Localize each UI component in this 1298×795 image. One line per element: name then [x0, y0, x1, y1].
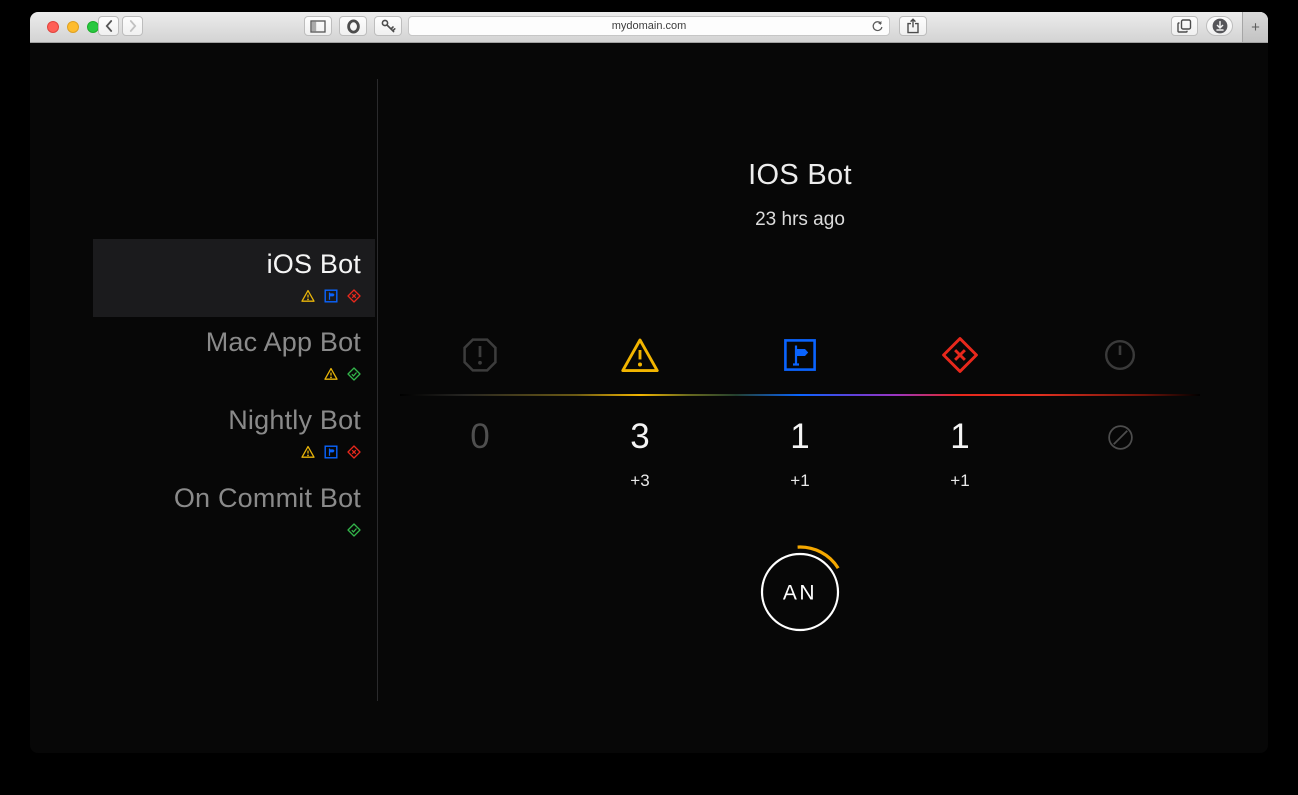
close-window-button[interactable] — [47, 21, 59, 33]
stats-icon-row — [400, 336, 1200, 374]
address-bar[interactable]: mydomain.com — [408, 16, 890, 36]
share-icon — [906, 18, 920, 34]
analysis-flag-icon — [720, 336, 880, 374]
tab-overview-button[interactable] — [1171, 16, 1198, 36]
page-content: iOS Bot Mac App Bot — [30, 43, 1268, 753]
bot-title: IOS Bot — [377, 159, 1223, 192]
address-bar-url: mydomain.com — [612, 20, 687, 32]
failed-tests-delta: +1 — [880, 469, 1040, 493]
plus-icon: + — [1251, 19, 1260, 36]
sidebar-item-mac-app-bot[interactable]: Mac App Bot — [93, 317, 375, 395]
sidebar-item-nightly-bot[interactable]: Nightly Bot — [93, 395, 375, 473]
analysis-count: 1 — [720, 415, 880, 459]
warnings-count: 3 — [560, 415, 720, 459]
chevron-right-icon — [129, 20, 137, 32]
bot-status-icons — [93, 367, 361, 381]
browser-window: mydomain.com — [30, 12, 1268, 753]
errors-delta — [400, 469, 560, 493]
errors-count: 0 — [400, 415, 560, 459]
password-manager-o-icon — [346, 19, 361, 34]
sidebar-item-on-commit-bot[interactable]: On Commit Bot — [93, 473, 375, 551]
back-button[interactable] — [98, 16, 119, 36]
keychain-button[interactable] — [374, 16, 402, 36]
bot-status-icons — [93, 289, 361, 303]
bot-status-icons — [93, 445, 361, 459]
sidebar-item-ios-bot[interactable]: iOS Bot — [93, 239, 375, 317]
success-diamond-icon — [347, 523, 361, 537]
chevron-left-icon — [105, 20, 113, 32]
share-button[interactable] — [899, 16, 927, 36]
tab-overview-icon — [1177, 19, 1192, 33]
failed-tests-count: 1 — [880, 415, 1040, 459]
sidebar-toggle-button[interactable] — [304, 16, 332, 36]
failed-diamond-icon — [347, 289, 361, 303]
password-manager-button[interactable] — [339, 16, 367, 36]
bot-name: On Commit Bot — [93, 479, 361, 517]
bot-sidebar: iOS Bot Mac App Bot — [93, 239, 375, 551]
browser-toolbar: mydomain.com — [30, 12, 1268, 43]
duration-clock-icon — [1040, 336, 1200, 374]
key-icon — [380, 18, 396, 34]
stats-delta-row: +3 +1 +1 — [400, 469, 1200, 493]
failed-tests-diamond-icon — [880, 336, 1040, 374]
download-icon — [1212, 18, 1228, 34]
bot-name: Nightly Bot — [93, 401, 361, 439]
warning-triangle-icon — [301, 289, 315, 303]
downloads-button[interactable] — [1206, 16, 1233, 36]
bot-status-icons — [93, 523, 361, 537]
forward-button[interactable] — [122, 16, 143, 36]
errors-octagon-icon — [400, 336, 560, 374]
duration-delta — [1040, 469, 1200, 493]
analysis-delta: +1 — [720, 469, 880, 493]
duration-none-icon — [1040, 415, 1200, 459]
warnings-triangle-icon — [560, 336, 720, 374]
bot-name: Mac App Bot — [93, 323, 361, 361]
analysis-flag-icon — [324, 445, 338, 459]
last-integration-time: 23 hrs ago — [377, 209, 1223, 231]
bot-name: iOS Bot — [93, 245, 361, 283]
stats-value-row: 0 3 1 1 — [400, 415, 1200, 459]
new-tab-button[interactable]: + — [1242, 12, 1268, 42]
refresh-icon[interactable] — [871, 20, 884, 33]
warning-triangle-icon — [301, 445, 315, 459]
integration-progress-badge[interactable]: AN — [745, 537, 855, 647]
failed-diamond-icon — [347, 445, 361, 459]
badge-initials: AN — [783, 582, 817, 605]
minimize-window-button[interactable] — [67, 21, 79, 33]
warnings-delta: +3 — [560, 469, 720, 493]
analysis-flag-icon — [324, 289, 338, 303]
sidebar-icon — [310, 20, 326, 33]
status-gradient-rule — [400, 394, 1200, 396]
success-diamond-icon — [347, 367, 361, 381]
warning-triangle-icon — [324, 367, 338, 381]
